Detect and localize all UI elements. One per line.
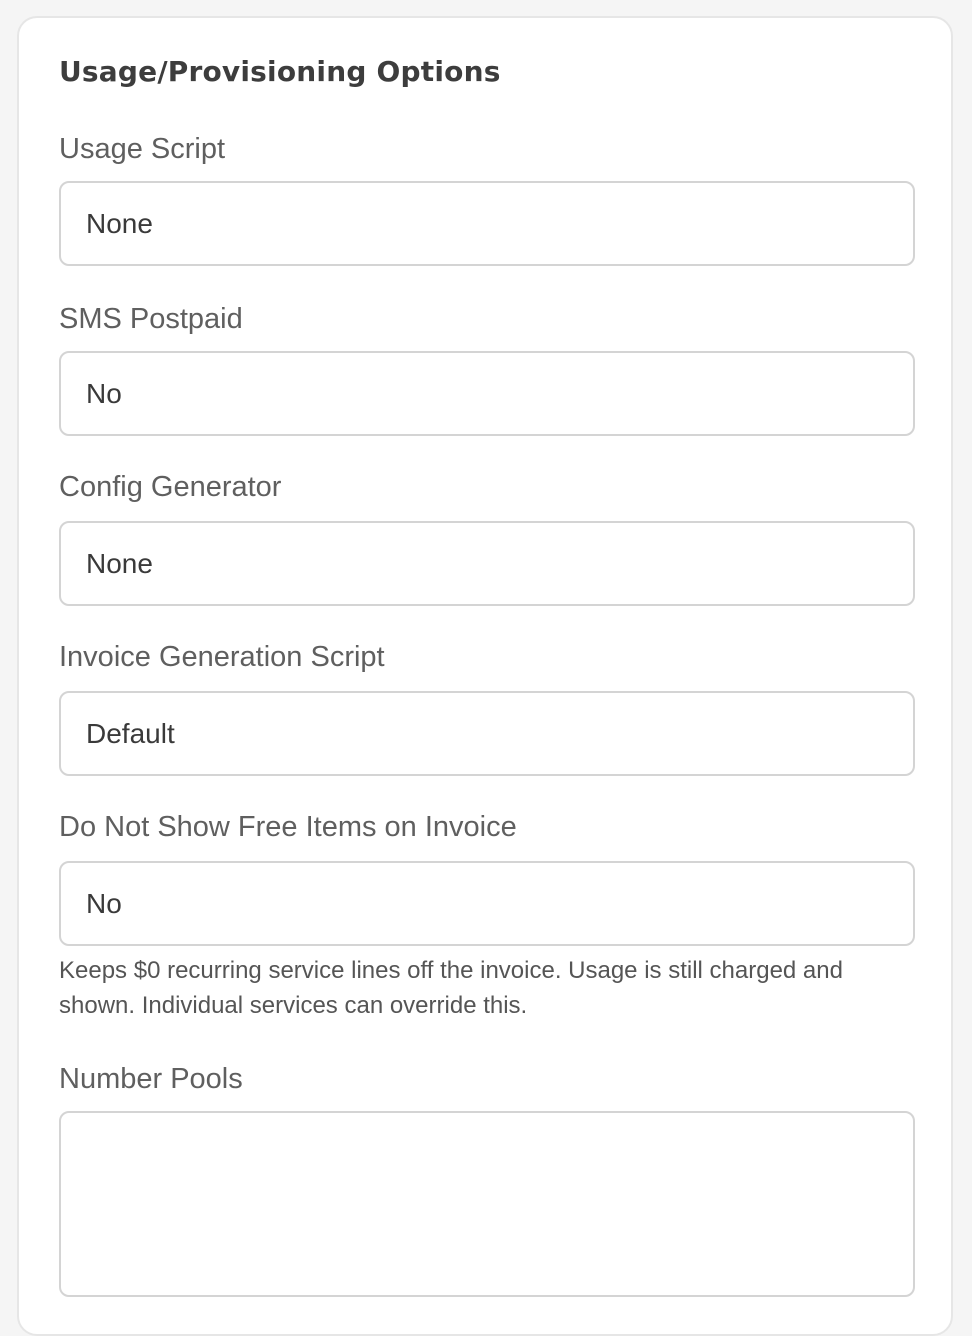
usage-script-label: Usage Script [59,133,226,165]
hide-free-items-value: No [86,887,122,919]
usage-provisioning-card: Usage/Provisioning Options Usage Script … [17,16,953,1336]
section-title: Usage/Provisioning Options [59,55,501,88]
number-pools-input[interactable] [59,1111,915,1297]
usage-script-value: None [86,207,153,239]
invoice-generation-script-select[interactable]: Default [59,691,915,776]
number-pools-label: Number Pools [59,1063,243,1095]
sms-postpaid-value: No [86,377,122,409]
sms-postpaid-label: SMS Postpaid [59,303,243,335]
usage-script-select[interactable]: None [59,181,915,266]
config-generator-value: None [86,547,153,579]
invoice-generation-script-value: Default [86,717,175,749]
hide-free-items-help-text: Keeps $0 recurring service lines off the… [59,957,843,1019]
hide-free-items-select[interactable]: No [59,861,915,946]
config-generator-label: Config Generator [59,471,282,503]
hide-free-items-label: Do Not Show Free Items on Invoice [59,811,517,843]
invoice-generation-script-label: Invoice Generation Script [59,641,385,673]
config-generator-select[interactable]: None [59,521,915,606]
sms-postpaid-select[interactable]: No [59,351,915,436]
